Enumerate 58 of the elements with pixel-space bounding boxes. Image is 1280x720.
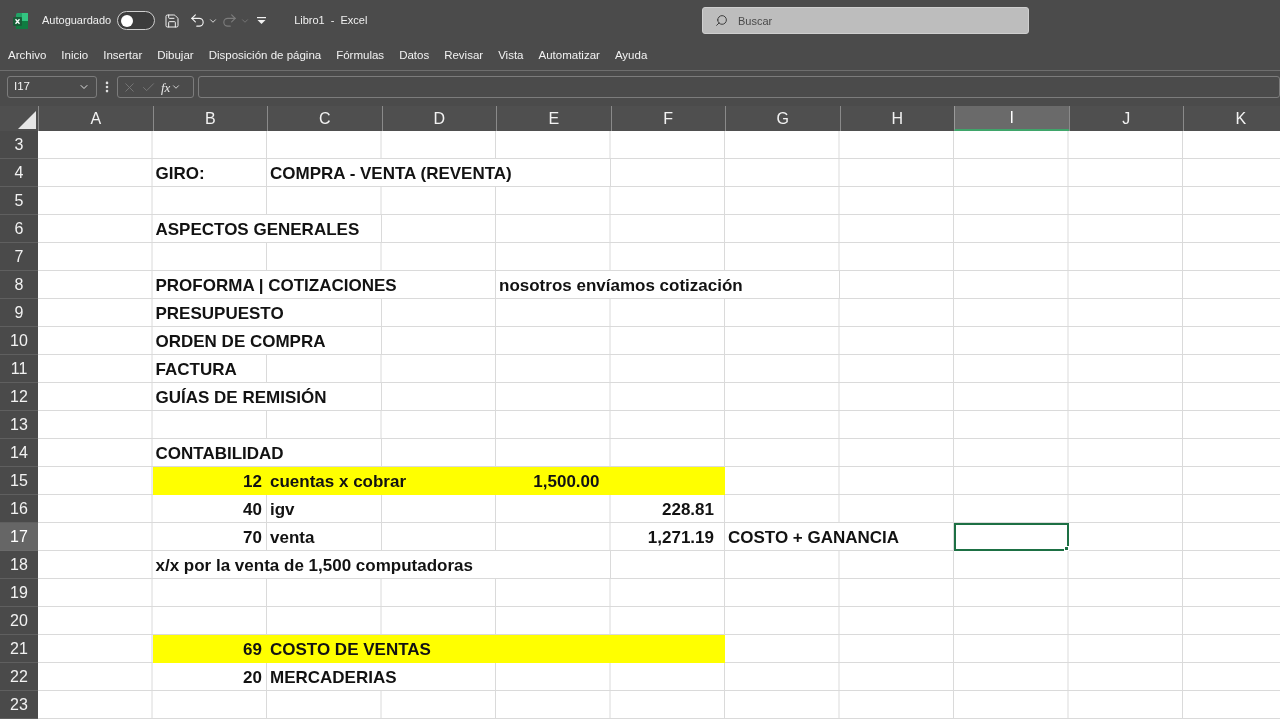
row-header[interactable]: 18 [0, 551, 38, 579]
row-header[interactable]: 21 [0, 635, 38, 663]
search-icon [715, 14, 728, 27]
sheet-cell: COSTO DE VENTAS [267, 635, 496, 663]
row-header[interactable]: 23 [0, 691, 38, 719]
sheet-cell: x/x por la venta de 1,500 computadoras [152, 551, 611, 579]
menu-tab[interactable]: Insertar [103, 46, 143, 65]
insert-function-button[interactable]: fx [161, 80, 182, 94]
menu-tab[interactable]: Vista [498, 46, 524, 65]
autosave-label: Autoguardado [42, 13, 112, 29]
menu-tab[interactable]: Disposición de página [208, 46, 322, 65]
menu-tab[interactable]: Fórmulas [336, 46, 385, 65]
menu-tab[interactable]: Archivo [8, 46, 47, 65]
row-header[interactable]: 22 [0, 663, 38, 691]
sheet-cell: 1,500.00 [496, 467, 611, 495]
menu-tab[interactable]: Ayuda [614, 46, 648, 65]
save-icon [164, 12, 181, 29]
row-header[interactable]: 6 [0, 215, 38, 243]
formula-input[interactable] [198, 76, 1280, 98]
row-header[interactable]: 20 [0, 607, 38, 635]
search-field[interactable]: Buscar [702, 7, 1029, 34]
menu-tab[interactable]: Dibujar [157, 46, 194, 65]
redo-icon [221, 12, 239, 29]
menu-tab[interactable]: Automatizar [538, 46, 600, 65]
window-title: Libro1 - Excel [294, 13, 368, 29]
row-header[interactable]: 4 [0, 159, 38, 187]
row-header[interactable]: 13 [0, 411, 38, 439]
sheet-cell: venta [267, 523, 382, 551]
sheet-cell: COMPRA - VENTA (REVENTA) [267, 159, 611, 187]
sheet-cell: 12 [152, 467, 267, 495]
fill-handle[interactable] [1063, 546, 1069, 551]
menu-tab[interactable]: Inicio [61, 46, 89, 65]
menu-tab[interactable]: Revisar [444, 46, 484, 65]
row-header[interactable]: 15 [0, 467, 38, 495]
autosave-toggle[interactable] [117, 11, 156, 30]
caret-icon [171, 82, 182, 92]
row-header[interactable]: 19 [0, 579, 38, 607]
menu-tab[interactable]: Datos [399, 46, 430, 65]
selected-cell[interactable] [954, 523, 1069, 551]
line-caret-icon [256, 17, 266, 24]
undo-icon [189, 12, 207, 29]
row-header[interactable]: 7 [0, 243, 38, 271]
row-header[interactable]: 16 [0, 495, 38, 523]
column-header[interactable]: I [954, 106, 1069, 131]
name-box[interactable]: I17 [7, 76, 97, 98]
select-all-icon[interactable] [18, 111, 36, 129]
row-header[interactable]: 10 [0, 327, 38, 355]
row-header[interactable]: 11 [0, 355, 38, 383]
row-header[interactable]: 14 [0, 439, 38, 467]
sheet-cell: 69 [152, 635, 267, 663]
row-header[interactable]: 3 [0, 131, 38, 159]
row-header[interactable]: 8 [0, 271, 38, 299]
row-header[interactable]: 17 [0, 523, 38, 551]
row-header[interactable]: 12 [0, 383, 38, 411]
row-header[interactable]: 9 [0, 299, 38, 327]
spreadsheet-logo-icon [13, 12, 28, 29]
sheet-cell: cuentas x cobrar [267, 467, 496, 495]
row-header[interactable]: 5 [0, 187, 38, 215]
